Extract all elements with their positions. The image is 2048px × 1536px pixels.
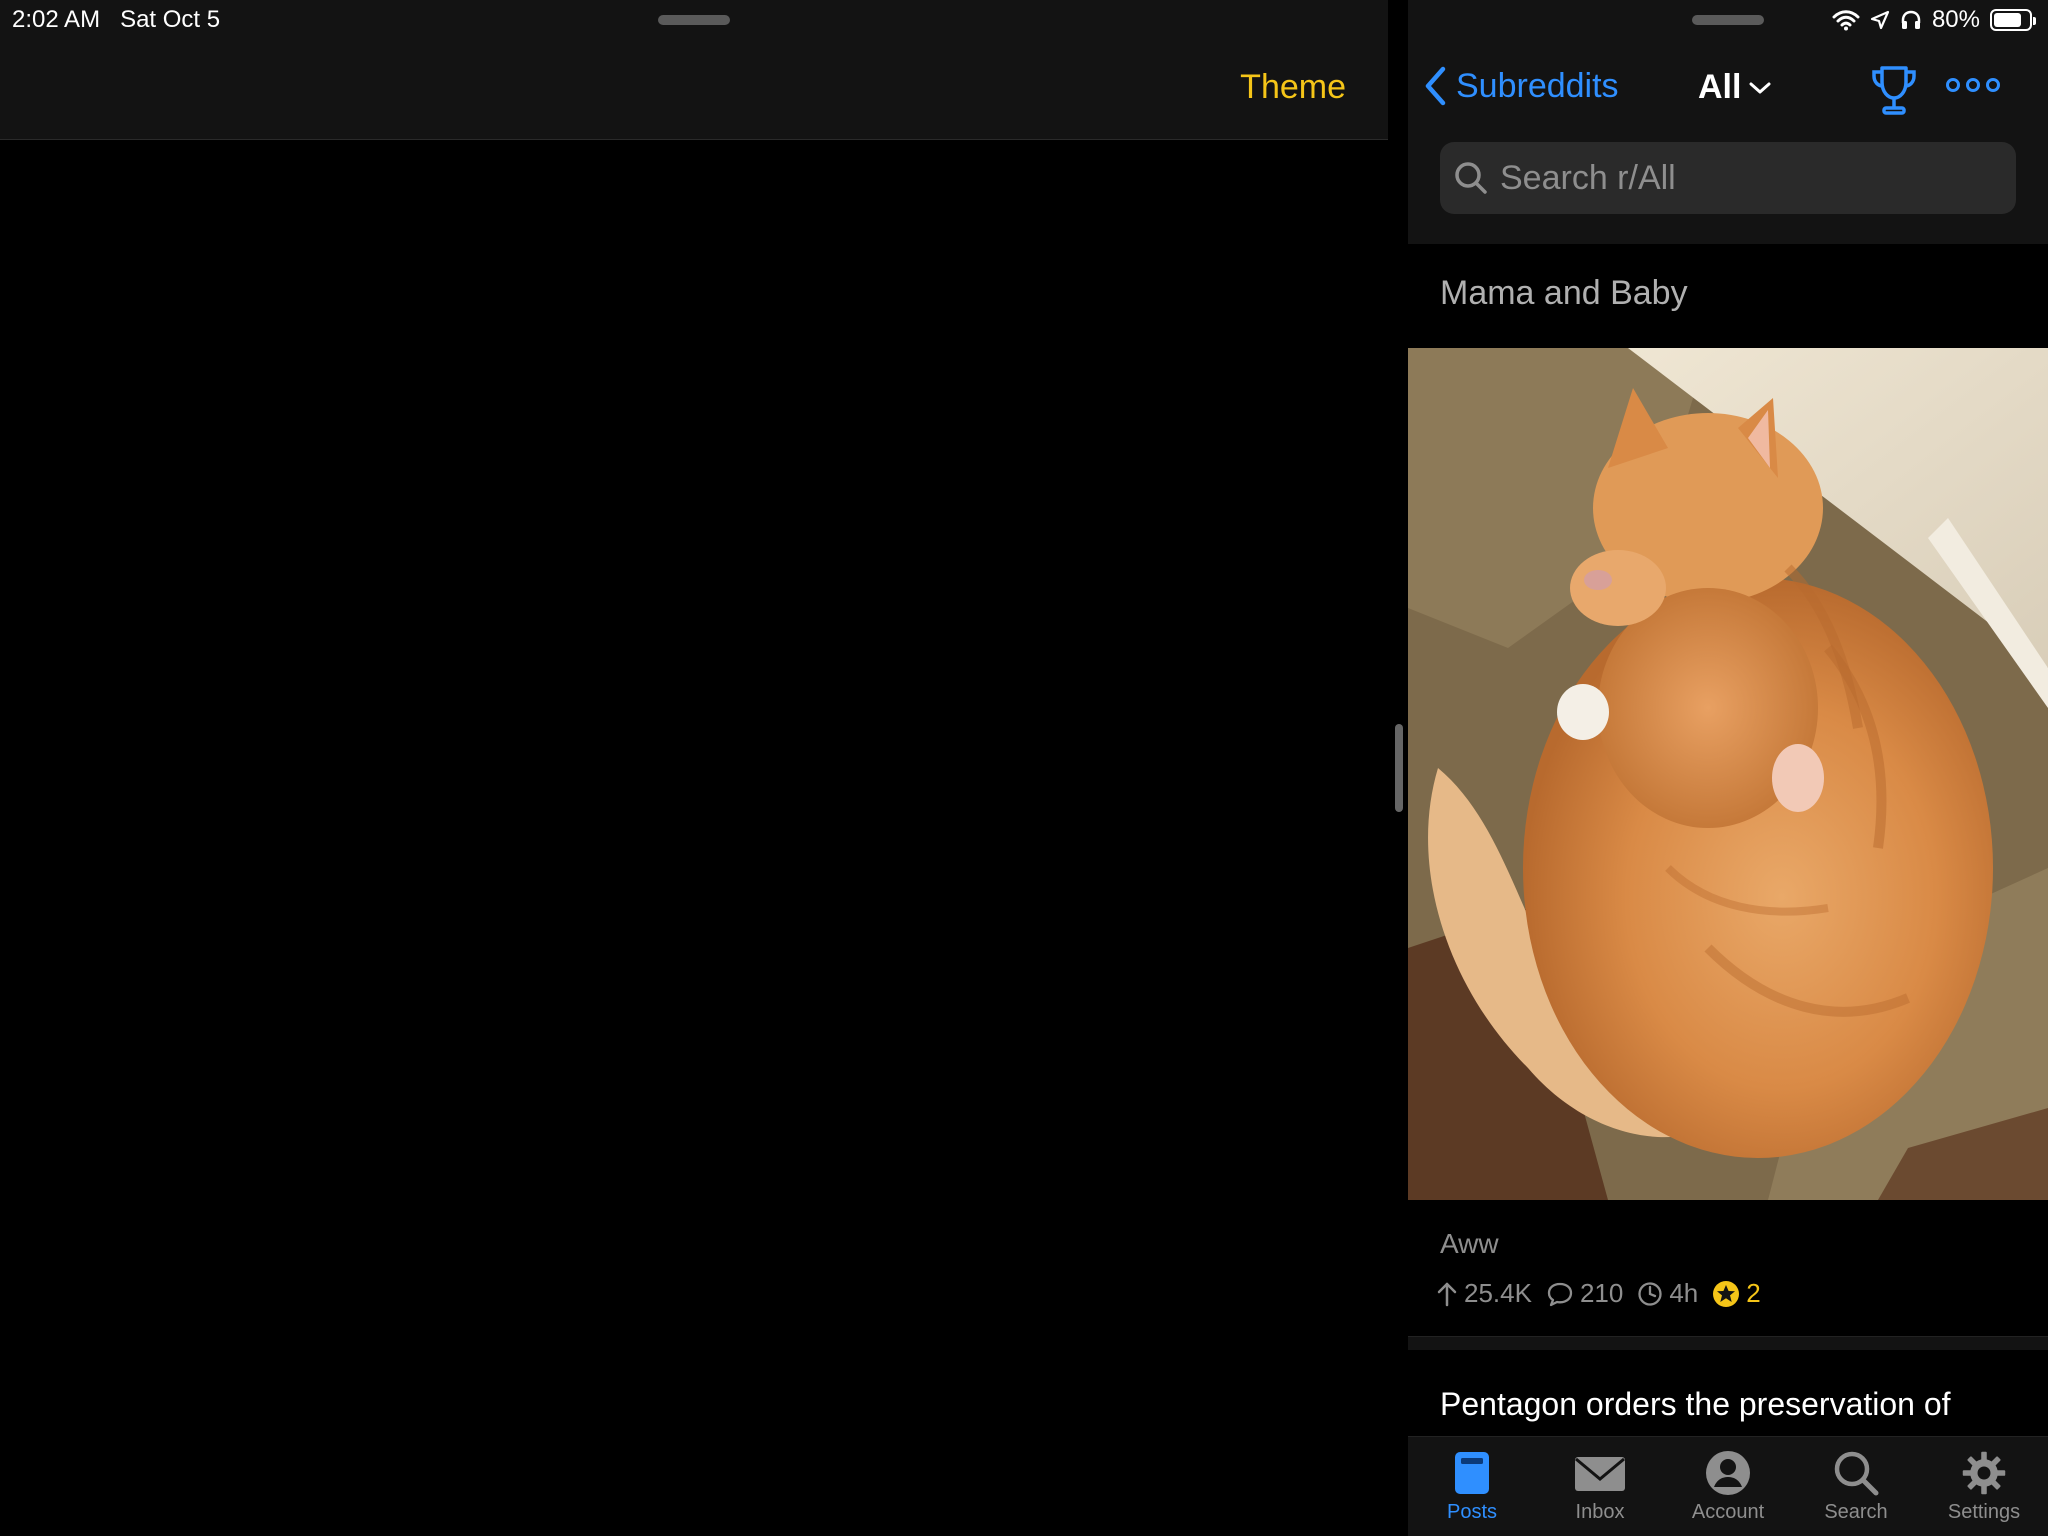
search-bar[interactable] (1440, 142, 2016, 214)
tab-account[interactable]: Account (1668, 1449, 1788, 1524)
award-count[interactable]: 2 (1712, 1278, 1761, 1309)
tab-posts[interactable]: Posts (1412, 1449, 1532, 1524)
post-subreddit[interactable]: Aww (1440, 1228, 1499, 1260)
more-options-icon[interactable] (1946, 78, 2000, 92)
post-meta: 25.4K 210 4h 2 (1436, 1278, 1761, 1309)
feed-selector[interactable]: All (1698, 68, 1771, 107)
tab-settings[interactable]: Settings (1924, 1449, 2044, 1524)
multitask-grabber[interactable] (658, 15, 730, 25)
location-arrow-icon (1870, 10, 1890, 30)
status-bar-right: 80% (1832, 6, 2036, 34)
account-icon (1706, 1451, 1750, 1495)
upvote-count[interactable]: 25.4K (1436, 1278, 1532, 1309)
post-title[interactable]: Mama and Baby (1440, 274, 1688, 313)
magnifier-icon (1834, 1451, 1879, 1496)
age-value: 4h (1669, 1278, 1699, 1308)
chevron-down-icon (1749, 82, 1771, 93)
clock-icon (1638, 1281, 1662, 1306)
envelope-icon (1575, 1457, 1625, 1491)
post-separator (1408, 1336, 2048, 1350)
headphones-icon (1901, 10, 1921, 29)
right-pane: Subreddits All Search r/All Mama and Bab… (1408, 0, 2048, 1536)
post-age: 4h (1637, 1278, 1698, 1309)
award-star-icon (1713, 1280, 1740, 1307)
battery-fill (1994, 13, 2022, 27)
next-post-title[interactable]: Pentagon orders the preservation of (1440, 1384, 2030, 1424)
tab-account-label: Account (1691, 1501, 1765, 1523)
comment-value: 210 (1579, 1278, 1624, 1308)
right-header: Subreddits All (1408, 0, 2048, 244)
search-icon (1455, 162, 1487, 194)
theme-button[interactable]: Theme (1240, 68, 1346, 107)
screen: Theme 2:02 AM Sat Oct 5 Subreddits All S… (0, 0, 2048, 1536)
comment-bubble-icon (1547, 1282, 1573, 1306)
status-date: Sat Oct 5 (120, 6, 221, 33)
tab-bar: Posts Inbox Account Search Settings (1408, 1436, 2048, 1536)
back-button-label: Subreddits (1456, 66, 1619, 105)
tab-posts-label: Posts (1446, 1501, 1498, 1523)
tab-search-label: Search (1824, 1501, 1888, 1523)
feed-title: All (1698, 68, 1742, 106)
status-time-date: 2:02 AM Sat Oct 5 (12, 6, 220, 34)
wifi-icon (1832, 10, 1860, 31)
tab-inbox-label: Inbox (1575, 1501, 1625, 1523)
status-time: 2:02 AM (12, 6, 101, 33)
award-value: 2 (1746, 1278, 1761, 1308)
tab-inbox[interactable]: Inbox (1540, 1449, 1660, 1524)
battery-icon (1990, 9, 2036, 31)
search-input[interactable] (1500, 158, 1980, 198)
back-button[interactable]: Subreddits (1424, 66, 1619, 106)
arrow-up-icon (1437, 1282, 1457, 1306)
split-view-divider-handle[interactable] (1395, 724, 1403, 812)
trophy-icon[interactable] (1870, 64, 1918, 121)
tab-settings-label: Settings (1947, 1501, 2021, 1523)
comment-count[interactable]: 210 (1546, 1278, 1623, 1309)
upvote-value: 25.4K (1464, 1278, 1532, 1308)
multitask-grabber-right[interactable] (1692, 15, 1764, 25)
left-pane: Theme (0, 0, 1388, 1536)
tab-search[interactable]: Search (1796, 1449, 1916, 1524)
posts-icon (1455, 1452, 1489, 1494)
chevron-left-icon (1425, 66, 1446, 106)
post-image[interactable] (1408, 348, 2048, 1200)
battery-percent: 80% (1931, 6, 1980, 33)
gear-icon (1962, 1451, 2006, 1495)
